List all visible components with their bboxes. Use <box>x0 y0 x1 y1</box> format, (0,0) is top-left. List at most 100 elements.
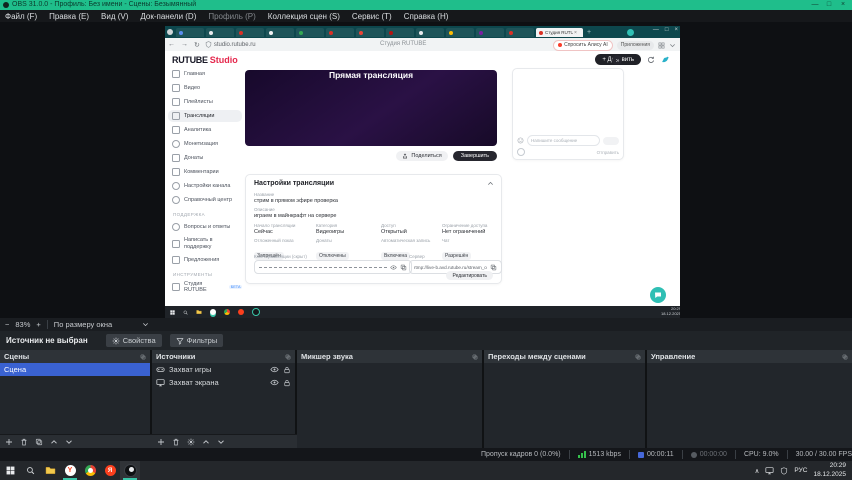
taskbar-clock[interactable]: 20:29 18.12.2025 <box>813 462 846 478</box>
source-properties-gear-icon[interactable] <box>187 438 195 446</box>
properties-button[interactable]: Свойства <box>105 334 162 347</box>
chat-info-icon[interactable] <box>517 148 525 156</box>
menu-scene-collection[interactable]: Коллекция сцен (S) <box>268 12 340 21</box>
refresh-icon[interactable] <box>647 56 655 64</box>
mixer-dock-header[interactable]: Микшер звука <box>297 350 482 363</box>
menu-view[interactable]: Вид (V) <box>101 12 128 21</box>
start-button[interactable] <box>0 461 20 480</box>
browser-tab[interactable] <box>236 28 264 38</box>
browser-tab[interactable] <box>176 28 204 38</box>
source-lock-icon[interactable] <box>283 379 291 387</box>
fit-dropdown-chevron-icon[interactable] <box>142 321 149 328</box>
sidebar-item-streams[interactable]: Трансляции <box>168 110 242 122</box>
sidebar-item-comments[interactable]: Комментарии <box>168 166 242 178</box>
menu-tools[interactable]: Сервис (Т) <box>352 12 392 21</box>
share-button[interactable]: Поделиться <box>396 151 448 161</box>
scenes-dock-header[interactable]: Сцены <box>0 350 150 363</box>
zoom-out-button[interactable]: − <box>5 320 9 329</box>
maximize-button[interactable]: □ <box>822 1 836 8</box>
source-list-item[interactable]: Захват экрана <box>152 376 295 389</box>
scene-list-item[interactable]: Сцена <box>0 363 150 376</box>
taskbar-chrome-button[interactable] <box>80 461 100 480</box>
remove-scene-icon[interactable] <box>20 438 28 446</box>
remove-source-icon[interactable] <box>172 438 180 446</box>
move-source-up-icon[interactable] <box>202 438 210 446</box>
zoom-in-button[interactable]: + <box>36 320 40 329</box>
close-button[interactable]: × <box>836 1 850 8</box>
sidebar-item-help-center[interactable]: Справочный центр <box>168 194 242 206</box>
browser-tab[interactable] <box>266 28 294 38</box>
browser-tab[interactable] <box>506 28 534 38</box>
taskbar-search-button[interactable] <box>20 461 40 480</box>
tab-close-icon[interactable]: × <box>574 30 577 36</box>
dock-popout-icon[interactable] <box>285 354 291 360</box>
reload-icon[interactable]: ↻ <box>194 41 200 49</box>
finish-stream-button[interactable]: Завершить <box>452 151 497 161</box>
duplicate-scene-icon[interactable] <box>35 438 43 446</box>
sidebar-item-home[interactable]: Главная <box>168 68 242 80</box>
browser-tab[interactable] <box>326 28 354 38</box>
sidebar-item-studio-app[interactable]: Студия RUTUBE БЕТА <box>168 281 242 293</box>
bird-icon[interactable] <box>661 55 670 64</box>
collapse-chat-button[interactable] <box>612 55 622 65</box>
stream-key-field[interactable] <box>254 260 412 274</box>
dock-popout-icon[interactable] <box>140 354 146 360</box>
browser-profile-avatar[interactable] <box>627 28 634 36</box>
sidebar-item-playlists[interactable]: Плейлисты <box>168 96 242 108</box>
language-indicator[interactable]: РУС <box>794 467 807 474</box>
transitions-dock-header[interactable]: Переходы между сценами <box>484 350 645 363</box>
tray-display-icon[interactable] <box>765 466 774 475</box>
copy-server-icon[interactable] <box>490 264 497 271</box>
minimize-button[interactable]: — <box>808 1 822 8</box>
move-source-down-icon[interactable] <box>217 438 225 446</box>
controls-dock-header[interactable]: Управление <box>647 350 852 363</box>
browser-menu-icon[interactable] <box>167 29 173 35</box>
sidebar-item-videos[interactable]: Видео <box>168 82 242 94</box>
live-player[interactable]: Прямая трансляция <box>245 70 497 146</box>
dock-popout-icon[interactable] <box>635 354 641 360</box>
taskbar-explorer-button[interactable] <box>40 461 60 480</box>
chat-send-button[interactable] <box>603 136 619 145</box>
move-scene-up-icon[interactable] <box>50 438 58 446</box>
downloads-icon[interactable] <box>669 42 676 49</box>
source-visibility-eye-icon[interactable] <box>270 365 279 374</box>
url-text[interactable]: studio.rutube.ru <box>214 42 256 48</box>
rutube-studio-logo[interactable]: RUTUBE Studio <box>172 55 238 65</box>
taskbar-yandex-browser-button[interactable]: Y <box>60 461 80 480</box>
tray-shield-icon[interactable] <box>780 467 788 475</box>
dock-popout-icon[interactable] <box>842 354 848 360</box>
browser-tab[interactable] <box>356 28 384 38</box>
browser-tab-active[interactable]: Студия RUTUBE × <box>536 28 583 38</box>
source-lock-icon[interactable] <box>283 366 291 374</box>
browser-tab[interactable] <box>206 28 234 38</box>
edit-settings-button[interactable]: Редактировать <box>446 271 493 280</box>
browser-tab[interactable] <box>416 28 444 38</box>
support-chat-button[interactable] <box>650 287 666 303</box>
browser-maximize-button[interactable]: □ <box>665 27 669 33</box>
browser-tab[interactable] <box>476 28 504 38</box>
browser-close-button[interactable]: × <box>674 27 678 33</box>
browser-minimize-button[interactable]: — <box>653 27 659 33</box>
back-icon[interactable]: ← <box>168 41 175 48</box>
alice-ai-button[interactable]: Спросить Алису AI <box>553 39 613 51</box>
show-key-eye-icon[interactable] <box>390 264 397 271</box>
sidebar-item-faq[interactable]: Вопросы и ответы <box>168 221 242 233</box>
move-scene-down-icon[interactable] <box>65 438 73 446</box>
collapse-chevron-icon[interactable] <box>487 180 494 187</box>
taskbar-yandex-app-button[interactable]: Я <box>100 461 120 480</box>
emoji-icon[interactable] <box>517 137 524 144</box>
menu-file[interactable]: Файл (F) <box>5 12 37 21</box>
menu-profile[interactable]: Профиль (P) <box>208 12 255 21</box>
apps-button[interactable]: Приложения <box>616 40 654 50</box>
taskbar-obs-button[interactable] <box>120 461 140 480</box>
sidebar-item-channel-settings[interactable]: Настройки канала <box>168 180 242 192</box>
menu-help[interactable]: Справка (Н) <box>404 12 449 21</box>
browser-tab[interactable] <box>446 28 474 38</box>
sidebar-item-write-support[interactable]: Написать в поддержку <box>168 235 242 252</box>
sidebar-item-analytics[interactable]: Аналитика <box>168 124 242 136</box>
source-visibility-eye-icon[interactable] <box>270 378 279 387</box>
menu-edit[interactable]: Правка (Е) <box>49 12 89 21</box>
copy-key-icon[interactable] <box>400 264 407 271</box>
menu-docks[interactable]: Док-панели (D) <box>140 12 196 21</box>
tray-chevron-icon[interactable]: ∧ <box>755 467 760 475</box>
